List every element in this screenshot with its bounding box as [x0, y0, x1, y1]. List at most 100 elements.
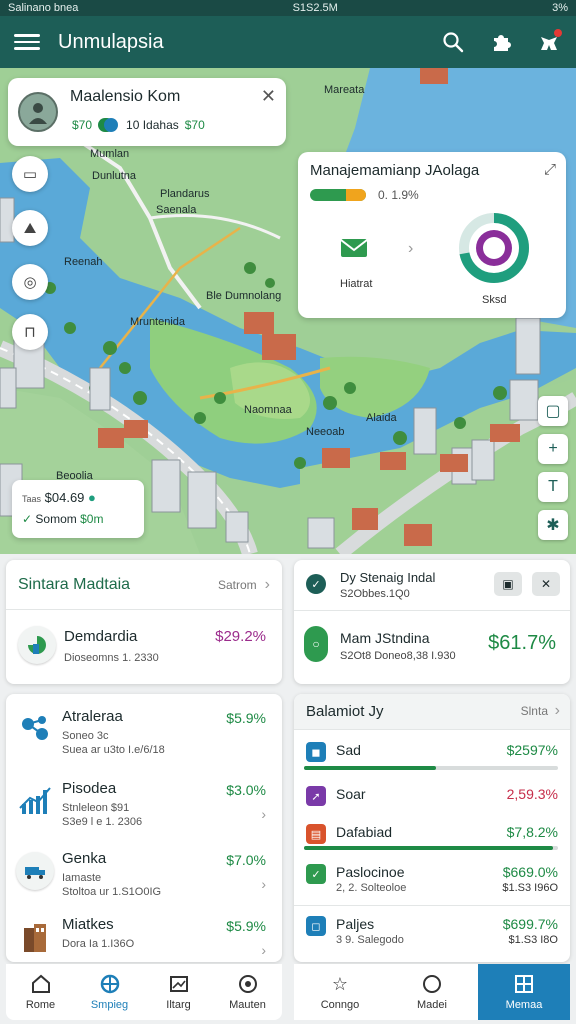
notification-badge	[554, 29, 562, 37]
tools-icon[interactable]: ✕	[532, 572, 560, 596]
map-label: Neeoab	[306, 426, 345, 438]
text-icon[interactable]: T	[538, 472, 568, 502]
frame-icon[interactable]: ⊓	[12, 314, 48, 350]
chevron-right-icon: ›	[261, 806, 266, 822]
balance-item-sub: 3 9. Salegodo	[336, 934, 404, 946]
chevron-right-icon: ›	[261, 942, 266, 958]
bar-chart-icon	[19, 787, 51, 814]
balance-item[interactable]: ◼ Sad $2597%	[294, 740, 570, 774]
nav-label: Rome	[25, 999, 56, 1011]
menu-icon[interactable]	[14, 29, 40, 55]
balance-item[interactable]: ➚ Soar 2,59.3%	[294, 784, 570, 814]
balance-item-sub: 2, 2. Solteoloe	[336, 882, 407, 894]
map-label: Mareata	[324, 84, 365, 96]
search-icon[interactable]	[440, 29, 466, 55]
list-item-name: Atraleraa	[62, 708, 123, 725]
list-item[interactable]: Pisodea Stnleleon $91 S3e9 l e 1. 2306 $…	[6, 772, 282, 834]
balance-more[interactable]: Slnta	[521, 704, 548, 718]
list-item-sub: Dora Ia 1.I36O	[62, 938, 135, 950]
nav-label: Memaa	[505, 999, 543, 1011]
map-label: Mumlan	[90, 148, 130, 160]
map-tools: ▢ + T ✱	[538, 396, 568, 548]
nav-shopping[interactable]: Smpieg	[75, 964, 144, 1020]
notification-icon[interactable]	[536, 29, 562, 55]
layers-icon[interactable]: ▭	[12, 156, 48, 192]
stats-item-sub: Dioseomns 1. 2330	[64, 652, 159, 664]
status-center: S1S2.5M	[292, 2, 338, 14]
list-item[interactable]: Atraleraa Soneo 3c Suea ar u3to I.e/6/18…	[6, 700, 282, 762]
price-sub-value: $0m	[80, 512, 104, 526]
location-card[interactable]: Maalensio Kom $70 10 Idahas $70 ✕	[8, 78, 286, 146]
stats-item-value: $29.2%	[215, 628, 266, 645]
price-line: Taas $04.69 ●	[22, 490, 96, 505]
puzzle-icon[interactable]	[488, 29, 514, 55]
nav-label: Smpieg	[90, 999, 129, 1011]
nav-media[interactable]: Madei	[386, 964, 478, 1020]
list-item-value: $5.9%	[226, 710, 266, 726]
nav-compare[interactable]: ☆ Conngo	[294, 964, 386, 1020]
status-right: 3%	[552, 2, 568, 14]
molecule-icon	[22, 716, 48, 740]
list-panel: Atraleraa Soneo 3c Suea ar u3to I.e/6/18…	[6, 694, 282, 962]
map-label: Reenah	[64, 256, 103, 268]
location-value: $70	[72, 118, 93, 132]
route-icon[interactable]: ⛰	[12, 210, 48, 246]
stats-header[interactable]: Sintara Madtaia Satrom ›	[6, 560, 282, 610]
settings-icon[interactable]: ✱	[538, 510, 568, 540]
expand-icon[interactable]: ⤢	[544, 161, 556, 178]
copy-icon[interactable]: ▣	[494, 572, 522, 596]
list-item-sub: Soneo 3c	[62, 730, 109, 742]
balance-panel: Balamiot Jy Slnta › ◼ Sad $2597% ➚ Soar …	[294, 694, 570, 962]
zoom-in-icon[interactable]: +	[538, 434, 568, 464]
balance-item-sub2: $1.S3 I96O	[502, 882, 558, 894]
price-label: Somom	[35, 512, 77, 526]
chart-icon	[18, 626, 56, 664]
location-icon[interactable]: ◎	[12, 264, 48, 300]
progress-value: 0. 1.9%	[378, 188, 419, 202]
list-item-name: Genka	[62, 850, 107, 867]
balance-item-value: $2597%	[506, 742, 558, 758]
list-item[interactable]: Miatkes Dora Ia 1.I36O $5.9% ›	[6, 908, 282, 970]
balance-item-name: Paljes	[336, 916, 375, 932]
bottom-nav: Rome Smpieg Iltarg Mauten	[6, 964, 282, 1020]
message-icon[interactable]: ▢	[538, 396, 568, 426]
nav-items[interactable]: Iltarg	[144, 964, 213, 1020]
balance-item[interactable]: ▤ Dafabiad $7,8.2%	[294, 822, 570, 856]
system-subtitle: S2Obbes.1Q0	[340, 588, 410, 600]
list-item-sub2: Suea ar u3to I.e/6/18	[62, 744, 165, 756]
balance-item-value: 2,59.3%	[506, 786, 558, 802]
mail-icon[interactable]	[340, 234, 368, 262]
balance-header[interactable]: Balamiot Jy Slnta ›	[294, 694, 570, 730]
star-icon: ☆	[331, 973, 349, 994]
list-item-value: $7.0%	[226, 852, 266, 868]
close-icon[interactable]: ✕	[261, 86, 276, 107]
balance-item-value: $7,8.2%	[506, 824, 558, 840]
price-value: $04.69	[44, 490, 85, 505]
chevron-right-icon: ›	[261, 876, 266, 892]
balance-icon: ✓	[306, 864, 326, 884]
map-label: Saenala	[156, 204, 197, 216]
nav-label: Madei	[417, 999, 447, 1011]
list-item[interactable]: Genka Iamaste Stoltoa ur 1.S1O0IG $7.0% …	[6, 842, 282, 904]
balance-item-name: Dafabiad	[336, 824, 393, 840]
balance-item-name: Paslocinoe	[336, 864, 405, 880]
price-card[interactable]: Taas $04.69 ● ✓ Somom $0m	[12, 480, 144, 538]
app-title: Unmulapsia	[58, 30, 164, 53]
map-label: Ble Dumnolang	[206, 290, 282, 302]
nav-home[interactable]: Rome	[6, 964, 75, 1020]
balance-item-value: $699.7%	[502, 916, 558, 932]
truck-icon	[16, 852, 54, 890]
nav-menu[interactable]: Memaa	[478, 964, 570, 1020]
nav-more[interactable]: Mauten	[213, 964, 282, 1020]
list-item-name: Pisodea	[62, 780, 117, 797]
check-icon: ✓	[22, 512, 33, 526]
balance-item[interactable]: ◻ Paljes $699.7% 3 9. Salegodo $1.S3 I8O	[294, 914, 570, 958]
map-label: Plandarus	[160, 188, 210, 200]
map-label: Alaida	[366, 412, 397, 424]
balance-item-value: $669.0%	[502, 864, 558, 880]
system-title: Dy Stenaig Indal	[340, 570, 436, 585]
balance-item[interactable]: ✓ Paslocinoe $669.0% 2, 2. Solteoloe $1.…	[294, 862, 570, 906]
stats-more[interactable]: Satrom	[218, 578, 257, 592]
stats-item[interactable]: Demdardia Dioseomns 1. 2330 $29.2%	[6, 610, 282, 682]
management-card[interactable]: Manajemamianp JAolaga ⤢ 0. 1.9% Hiatrat …	[298, 152, 566, 318]
